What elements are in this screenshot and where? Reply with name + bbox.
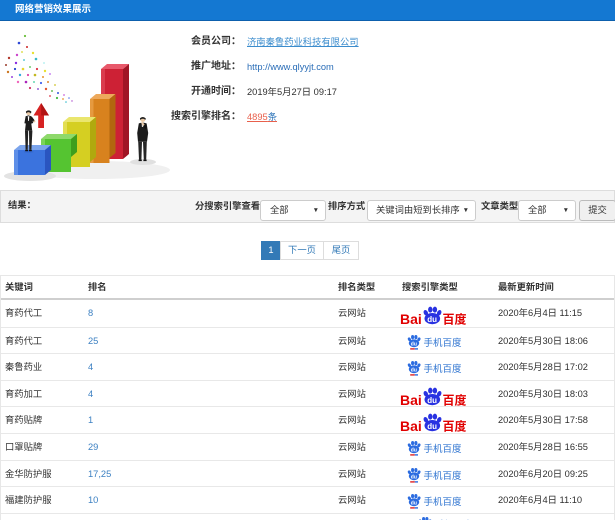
svg-text:du: du: [411, 447, 417, 453]
svg-text:百度: 百度: [443, 391, 467, 406]
svg-text:du: du: [411, 500, 417, 506]
svg-text:Bai: Bai: [400, 418, 422, 433]
svg-text:百度: 百度: [443, 311, 467, 326]
svg-text:百度: 百度: [443, 418, 467, 433]
svg-text:du: du: [411, 341, 417, 347]
svg-text:du: du: [411, 367, 417, 373]
svg-text:du: du: [411, 474, 417, 480]
svg-text:手机百度: 手机百度: [424, 441, 463, 455]
svg-text:Bai: Bai: [400, 392, 422, 407]
svg-text:Bai: Bai: [400, 311, 422, 326]
svg-text:手机百度: 手机百度: [424, 361, 463, 375]
svg-text:手机百度: 手机百度: [424, 335, 463, 349]
svg-text:手机百度: 手机百度: [424, 468, 463, 482]
svg-text:du: du: [427, 315, 437, 324]
svg-text:du: du: [427, 422, 437, 431]
svg-text:手机百度: 手机百度: [424, 494, 463, 508]
svg-text:du: du: [427, 396, 437, 405]
